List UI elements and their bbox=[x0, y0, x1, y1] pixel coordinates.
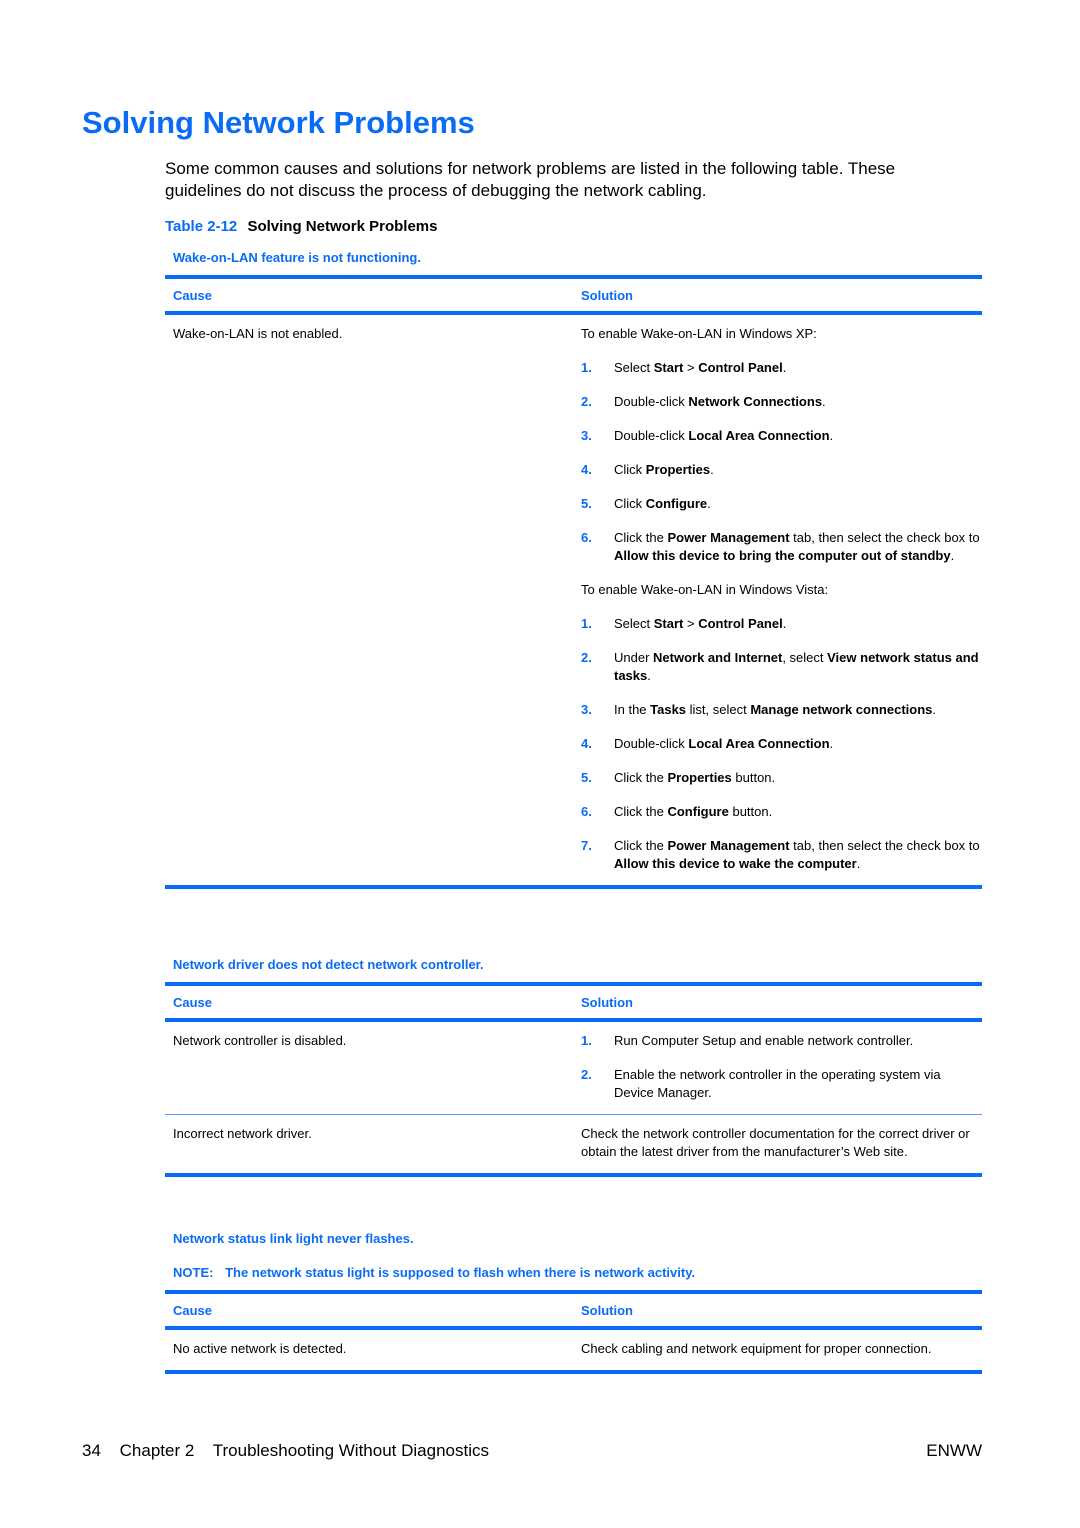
step-number: 4. bbox=[581, 736, 592, 751]
table-header: Cause Solution bbox=[165, 986, 982, 1018]
step-item: 2. Double-click Network Connections. bbox=[581, 393, 982, 411]
section-title: Network driver does not detect network c… bbox=[173, 957, 484, 972]
step-number: 6. bbox=[581, 530, 592, 545]
step-item: 3. In the Tasks list, select Manage netwo… bbox=[581, 701, 982, 719]
vista-intro: To enable Wake-on-LAN in Windows Vista: bbox=[581, 582, 829, 597]
step-item: 1. Run Computer Setup and enable network… bbox=[581, 1032, 982, 1050]
divider bbox=[165, 885, 982, 889]
page-number: 34 bbox=[82, 1441, 101, 1460]
step-number: 5. bbox=[581, 496, 592, 511]
table-title: Solving Network Problems bbox=[247, 218, 438, 235]
step-item: 6. Click the Power Management tab, then s… bbox=[581, 529, 982, 565]
section-wake-on-lan: Wake-on-LAN feature is not functioning. … bbox=[165, 248, 982, 889]
table-row: Incorrect network driver. Check the netw… bbox=[165, 1115, 982, 1173]
step-item: 4. Click Properties. bbox=[581, 461, 982, 479]
step-number: 6. bbox=[581, 804, 592, 819]
header-solution: Solution bbox=[581, 1302, 633, 1318]
step-item: 7. Click the Power Management tab, then s… bbox=[581, 837, 982, 873]
table-header: Cause Solution bbox=[165, 279, 982, 311]
intro-paragraph: Some common causes and solutions for net… bbox=[165, 159, 896, 200]
cause-cell: Network controller is disabled. bbox=[173, 1033, 347, 1048]
solution-cell: Check cabling and network equipment for … bbox=[581, 1341, 932, 1356]
step-item: 2. Under Network and Internet, select Vie… bbox=[581, 649, 982, 685]
table-caption: Table 2-12 Solving Network Problems bbox=[165, 218, 437, 235]
step-text: Run Computer Setup and enable network co… bbox=[614, 1033, 914, 1048]
header-cause: Cause bbox=[173, 1302, 213, 1318]
divider bbox=[165, 1173, 982, 1177]
xp-intro: To enable Wake-on-LAN in Windows XP: bbox=[581, 326, 817, 341]
page-footer: 34 Chapter 2 Troubleshooting Without Dia… bbox=[82, 1441, 982, 1461]
step-text: Click the Power Management tab, then sel… bbox=[614, 838, 980, 871]
locale-code: ENWW bbox=[926, 1441, 982, 1460]
step-number: 3. bbox=[581, 428, 592, 443]
step-text: Click Configure. bbox=[614, 496, 711, 511]
note-text: The network status light is supposed to … bbox=[225, 1265, 696, 1280]
step-number: 7. bbox=[581, 838, 592, 853]
step-number: 3. bbox=[581, 702, 592, 717]
table-number: Table 2-12 bbox=[165, 218, 238, 235]
step-text: Click the Power Management tab, then sel… bbox=[614, 530, 980, 563]
step-number: 5. bbox=[581, 770, 592, 785]
step-number: 1. bbox=[581, 616, 592, 631]
vista-steps-list: 1. Select Start > Control Panel. 2. Under N… bbox=[581, 615, 982, 873]
step-number: 2. bbox=[581, 650, 592, 665]
step-item: 5. Click Configure. bbox=[581, 495, 982, 513]
note-label: NOTE: bbox=[173, 1265, 214, 1280]
section-network-driver: Network driver does not detect network c… bbox=[165, 955, 982, 1177]
step-number: 1. bbox=[581, 1033, 592, 1048]
step-text: Select Start > Control Panel. bbox=[614, 616, 787, 631]
solution-cell: Check the network controller documentati… bbox=[581, 1126, 970, 1159]
step-item: 3. Double-click Local Area Connection. bbox=[581, 427, 982, 445]
table-header: Cause Solution bbox=[165, 1294, 982, 1326]
step-item: 2. Enable the network controller in the … bbox=[581, 1066, 982, 1102]
section-title: Wake-on-LAN feature is not functioning. bbox=[173, 250, 421, 265]
xp-steps-list: 1. Select Start > Control Panel. 2. Double-… bbox=[581, 359, 982, 565]
step-number: 2. bbox=[581, 394, 592, 409]
step-text: Select Start > Control Panel. bbox=[614, 360, 787, 375]
solution-cell: 1. Run Computer Setup and enable network… bbox=[573, 1022, 982, 1114]
step-number: 2. bbox=[581, 1067, 592, 1082]
step-text: Double-click Network Connections. bbox=[614, 394, 826, 409]
cause-cell: Incorrect network driver. bbox=[173, 1126, 312, 1141]
page-title: Solving Network Problems bbox=[82, 105, 475, 140]
table-row: Wake-on-LAN is not enabled. To enable Wa… bbox=[165, 315, 982, 885]
step-item: 6. Click the Configure button. bbox=[581, 803, 982, 821]
table-row: Network controller is disabled. 1. Run C… bbox=[165, 1022, 982, 1114]
step-item: 4. Double-click Local Area Connection. bbox=[581, 735, 982, 753]
step-text: Double-click Local Area Connection. bbox=[614, 736, 834, 751]
step-text: In the Tasks list, select Manage network… bbox=[614, 702, 937, 717]
step-text: Click the Properties button. bbox=[614, 770, 776, 785]
chapter-label: Chapter 2 bbox=[119, 1441, 195, 1460]
step-text: Enable the network controller in the ope… bbox=[614, 1067, 941, 1100]
header-solution: Solution bbox=[581, 287, 633, 303]
step-text: Under Network and Internet, select View … bbox=[614, 650, 979, 683]
step-number: 4. bbox=[581, 462, 592, 477]
section-title: Network status link light never flashes. bbox=[173, 1231, 414, 1246]
note: NOTE: The network status light is suppos… bbox=[165, 1263, 982, 1283]
section-status-light: Network status link light never flashes.… bbox=[165, 1229, 982, 1374]
divider bbox=[165, 1370, 982, 1374]
header-cause: Cause bbox=[173, 994, 213, 1010]
header-cause: Cause bbox=[173, 287, 213, 303]
header-solution: Solution bbox=[581, 994, 633, 1010]
step-text: Click the Configure button. bbox=[614, 804, 773, 819]
step-number: 1. bbox=[581, 360, 592, 375]
cause-cell: No active network is detected. bbox=[173, 1341, 347, 1356]
step-item: 5. Click the Properties button. bbox=[581, 769, 982, 787]
cause-cell: Wake-on-LAN is not enabled. bbox=[173, 326, 343, 341]
table-row: No active network is detected. Check cab… bbox=[165, 1330, 982, 1370]
step-item: 1. Select Start > Control Panel. bbox=[581, 359, 982, 377]
step-text: Click Properties. bbox=[614, 462, 714, 477]
step-item: 1. Select Start > Control Panel. bbox=[581, 615, 982, 633]
chapter-title: Troubleshooting Without Diagnostics bbox=[212, 1441, 489, 1460]
step-text: Double-click Local Area Connection. bbox=[614, 428, 834, 443]
solution-cell: To enable Wake-on-LAN in Windows XP: 1. S… bbox=[573, 315, 982, 885]
